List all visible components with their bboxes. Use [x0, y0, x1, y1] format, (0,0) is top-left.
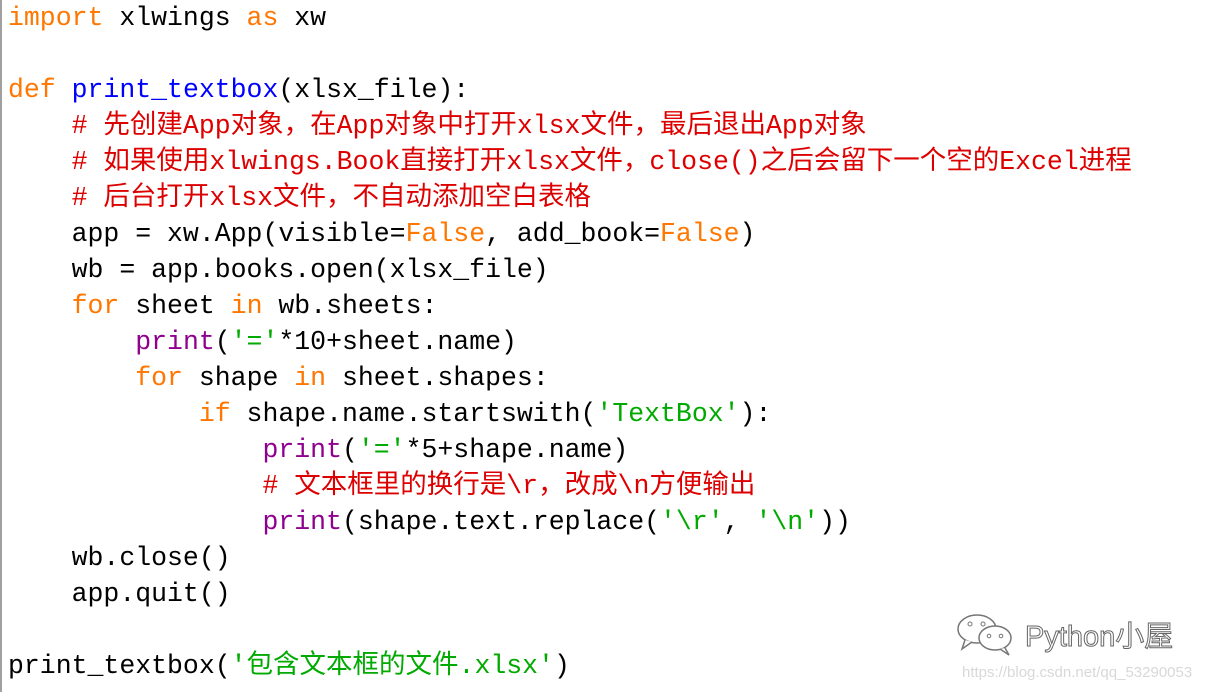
- code-token: xlwings: [103, 3, 247, 33]
- code-token: ):: [739, 399, 772, 429]
- code-token: xw: [278, 3, 327, 33]
- code-token: (: [341, 435, 358, 465]
- code-token: , add_book=: [485, 219, 661, 249]
- code-token: for: [135, 363, 183, 393]
- code-token: shape: [182, 363, 295, 393]
- code-token: '包含文本框的文件.xlsx': [230, 651, 554, 681]
- code-token: wb.close(): [8, 543, 231, 573]
- code-token: print: [135, 327, 215, 357]
- code-token: for: [71, 291, 120, 321]
- code-token: sheet.shapes:: [326, 363, 549, 393]
- code-token: *5+shape.name): [405, 435, 629, 465]
- code-line: print('='*10+sheet.name): [8, 324, 1132, 360]
- code-token: app.quit(): [8, 579, 231, 609]
- code-token: def: [8, 75, 56, 105]
- watermark-url: https://blog.csdn.net/qq_53290053: [962, 664, 1193, 681]
- code-token: '\n': [755, 507, 820, 537]
- code-line: app = xw.App(visible=False, add_book=Fal…: [8, 216, 1132, 252]
- code-line: # 先创建App对象，在App对象中打开xlsx文件，最后退出App对象: [8, 108, 1132, 144]
- code-token: ): [739, 219, 756, 249]
- code-token: (xlsx_file):: [278, 75, 470, 105]
- code-line: if shape.name.startswith('TextBox'):: [8, 396, 1132, 432]
- code-token: wb.sheets:: [262, 291, 438, 321]
- code-token: )): [819, 507, 851, 537]
- code-token: ,: [723, 507, 756, 537]
- code-token: # 先创建App对象，在App对象中打开xlsx文件，最后退出App对象: [71, 111, 867, 141]
- code-token: (: [214, 327, 231, 357]
- code-token: in: [294, 363, 327, 393]
- code-line: import xlwings as xw: [8, 0, 1132, 36]
- code-token: *10+sheet.name): [278, 327, 517, 357]
- code-line: print('='*5+shape.name): [8, 432, 1132, 468]
- code-token: in: [230, 291, 263, 321]
- code-token: False: [660, 219, 740, 249]
- code-token: # 文本框里的换行是\r，改成\n方便输出: [262, 471, 756, 501]
- code-token: '=': [357, 435, 406, 465]
- code-token: shape.name.startswith(: [230, 399, 597, 429]
- code-token: False: [405, 219, 486, 249]
- watermark: Python小屋: [955, 612, 1174, 656]
- code-token: import: [8, 3, 104, 33]
- code-line: for sheet in wb.sheets:: [8, 288, 1132, 324]
- code-token: '=': [230, 327, 279, 357]
- code-token: print_textbox(: [8, 651, 231, 681]
- code-line: wb.close(): [8, 540, 1132, 576]
- code-token: # 后台打开xlsx文件，不自动添加空白表格: [71, 183, 592, 213]
- code-token: as: [246, 3, 279, 33]
- code-line: for shape in sheet.shapes:: [8, 360, 1132, 396]
- code-line: wb = app.books.open(xlsx_file): [8, 252, 1132, 288]
- code-line: # 文本框里的换行是\r，改成\n方便输出: [8, 468, 1132, 504]
- code-token: 'TextBox': [596, 399, 740, 429]
- code-token: '\r': [660, 507, 724, 537]
- code-line: print(shape.text.replace('\r', '\n')): [8, 504, 1132, 540]
- watermark-text: Python小屋: [1024, 621, 1174, 654]
- code-editor: import xlwings as xw def print_textbox(xl…: [0, 0, 1214, 692]
- code-token: app = xw.App(visible=: [8, 219, 406, 249]
- wechat-icon: [957, 614, 1012, 656]
- code-line: app.quit(): [8, 576, 1132, 612]
- code-token: sheet: [119, 291, 231, 321]
- code-token: wb = app.books.open(xlsx_file): [8, 255, 549, 285]
- code-token: print: [262, 507, 342, 537]
- code-token: print: [262, 435, 342, 465]
- code-token: # 如果使用xlwings.Book直接打开xlsx文件，close()之后会留…: [71, 147, 1132, 177]
- code-line: # 后台打开xlsx文件，不自动添加空白表格: [8, 180, 1132, 216]
- code-token: if: [198, 399, 231, 429]
- code-token: print_textbox: [71, 75, 279, 105]
- code-line: def print_textbox(xlsx_file):: [8, 72, 1132, 108]
- code-block: import xlwings as xw def print_textbox(xl…: [8, 0, 1132, 684]
- code-token: ): [553, 651, 570, 681]
- code-line: # 如果使用xlwings.Book直接打开xlsx文件，close()之后会留…: [8, 144, 1132, 180]
- code-token: (shape.text.replace(: [341, 507, 661, 537]
